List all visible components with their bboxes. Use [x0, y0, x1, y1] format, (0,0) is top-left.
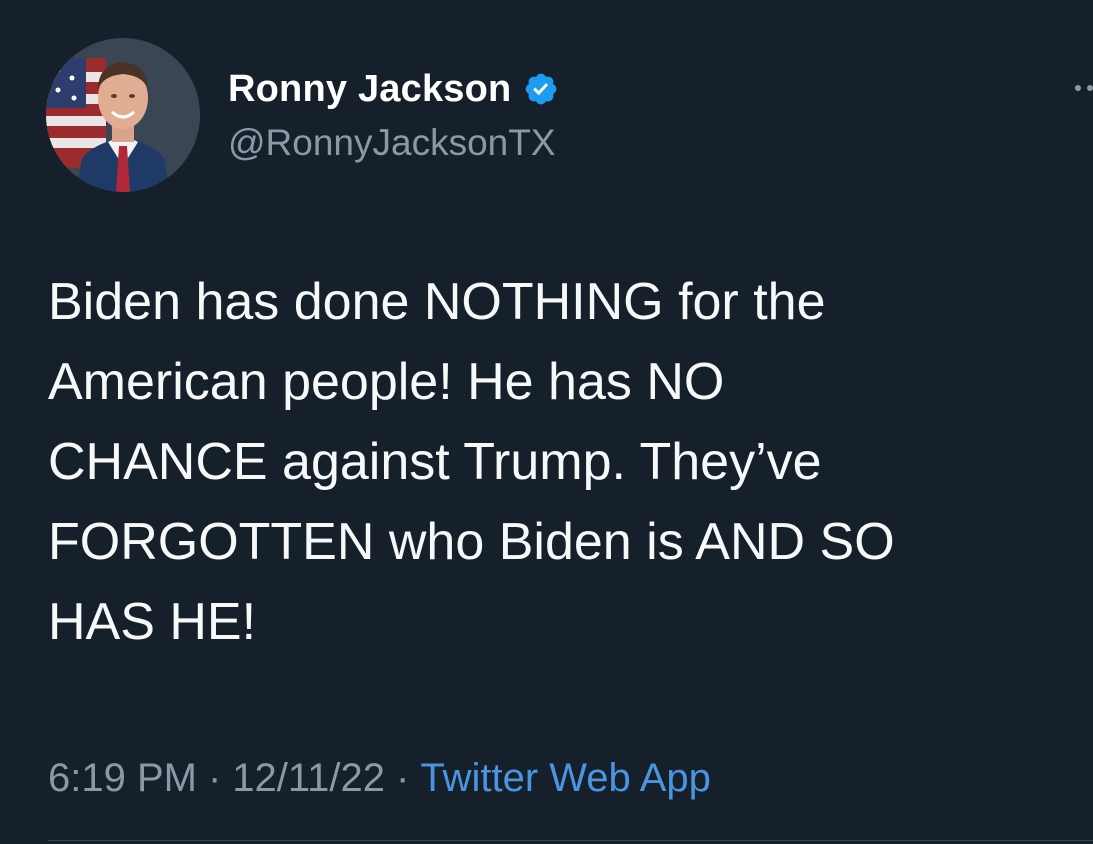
tweet-text: Biden has done NOTHING for the American …: [48, 262, 1058, 662]
tweet-source-link[interactable]: Twitter Web App: [420, 756, 711, 801]
author-display-name[interactable]: Ronny Jackson: [228, 68, 511, 111]
tweet-detail: Ronny Jackson @RonnyJacksonTX Biden has …: [0, 0, 1093, 844]
divider: [48, 840, 1093, 841]
avatar-photo: [46, 38, 200, 192]
tweet-text-line: Biden has done NOTHING for the: [48, 273, 826, 331]
tweet-text-line: CHANCE against Trump. They’ve: [48, 433, 822, 491]
meta-separator: ·: [207, 755, 222, 800]
meta-separator: ·: [396, 755, 410, 800]
author-handle[interactable]: @RonnyJacksonTX: [228, 122, 556, 164]
tweet-metadata: 6:19 PM · 12/11/22 · Twitter Web App: [48, 752, 711, 804]
tweet-text-line: American people! He has NO: [48, 353, 725, 411]
more-options-icon[interactable]: [1070, 80, 1093, 96]
verified-badge-icon: [523, 71, 559, 107]
author-avatar[interactable]: [46, 38, 200, 192]
tweet-date[interactable]: 12/11/22: [232, 756, 385, 801]
tweet-text-line: FORGOTTEN who Biden is AND SO: [48, 513, 895, 571]
tweet-text-line: HAS HE!: [48, 593, 257, 651]
author-name-row[interactable]: Ronny Jackson: [228, 66, 559, 112]
tweet-time[interactable]: 6:19 PM: [48, 756, 197, 801]
